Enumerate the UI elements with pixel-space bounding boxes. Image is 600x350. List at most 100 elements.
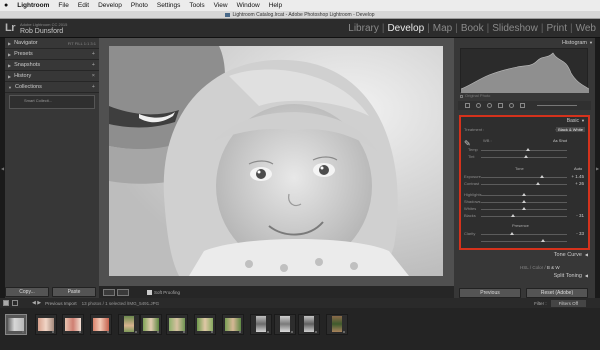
- slider-thumb[interactable]: [541, 239, 545, 242]
- filmstrip-thumbnail[interactable]: [326, 314, 348, 335]
- slider-thumb[interactable]: [540, 175, 544, 178]
- menu-help[interactable]: Help: [269, 2, 282, 9]
- photo-preview[interactable]: [109, 46, 443, 276]
- navigator-zoom-options[interactable]: FIT FILL 1:1 3:1: [68, 41, 96, 46]
- menu-file[interactable]: File: [58, 2, 68, 9]
- filmstrip-thumbnail[interactable]: [194, 314, 216, 335]
- highlights-slider[interactable]: [481, 193, 567, 196]
- adjustment-brush-icon[interactable]: [520, 103, 525, 108]
- checkbox-icon[interactable]: [147, 289, 152, 295]
- filmstrip-thumbnail[interactable]: [222, 314, 244, 335]
- previous-button[interactable]: Previous: [459, 288, 521, 298]
- red-eye-icon[interactable]: [487, 103, 492, 108]
- crop-overlay-icon[interactable]: [465, 103, 470, 108]
- color-tab[interactable]: Color: [532, 265, 543, 270]
- menu-edit[interactable]: Edit: [78, 2, 89, 9]
- slider-thumb[interactable]: [510, 232, 514, 235]
- paste-button[interactable]: Paste: [52, 287, 96, 297]
- slider-thumb[interactable]: [522, 207, 526, 210]
- secondary-display-icon[interactable]: [12, 300, 18, 306]
- spot-removal-icon[interactable]: [476, 103, 481, 108]
- slider-thumb[interactable]: [522, 200, 526, 203]
- clarity-slider[interactable]: [481, 232, 567, 235]
- filmstrip-thumbnail[interactable]: [298, 314, 320, 335]
- split-toning-header[interactable]: Split Toning ◀: [554, 273, 588, 279]
- apple-icon[interactable]: ●: [4, 2, 8, 9]
- blacks-slider[interactable]: [481, 214, 567, 217]
- filter-dropdown[interactable]: Filters Off: [550, 299, 586, 307]
- collapse-right-icon[interactable]: ▶: [596, 166, 599, 171]
- basic-header[interactable]: Basic ▼: [461, 118, 588, 125]
- menu-settings[interactable]: Settings: [157, 2, 181, 9]
- image-canvas[interactable]: [99, 38, 454, 286]
- histogram-header[interactable]: Histogram ▼: [454, 38, 595, 47]
- filmstrip-thumbnail[interactable]: [250, 314, 272, 335]
- filmstrip-thumbnail[interactable]: [166, 314, 188, 335]
- tool-slider[interactable]: [537, 105, 577, 106]
- blacks-value[interactable]: - 31: [576, 213, 584, 218]
- radial-filter-icon[interactable]: [509, 103, 514, 108]
- tone-curve-header[interactable]: Tone Curve ◀: [554, 252, 588, 258]
- module-slideshow[interactable]: Slideshow: [491, 23, 539, 34]
- filmstrip-thumbnail[interactable]: [118, 314, 140, 335]
- original-photo-toggle[interactable]: Original Photo: [460, 93, 490, 98]
- presets-header[interactable]: ▶ Presets +: [5, 49, 99, 60]
- menu-window[interactable]: Window: [237, 2, 260, 9]
- module-develop[interactable]: Develop: [386, 23, 425, 34]
- menu-tools[interactable]: Tools: [189, 2, 204, 9]
- treatment-bw-option[interactable]: Black & White: [556, 127, 585, 132]
- navigator-header[interactable]: ▶ Navigator FIT FILL 1:1 3:1: [5, 38, 99, 49]
- contrast-value[interactable]: + 26: [575, 181, 584, 186]
- contrast-slider[interactable]: [481, 182, 567, 185]
- soft-proofing-toggle[interactable]: Soft Proofing: [147, 289, 180, 295]
- history-header[interactable]: ▶ History ×: [5, 71, 99, 82]
- clear-history-icon[interactable]: ×: [92, 73, 95, 79]
- graduated-filter-icon[interactable]: [498, 103, 503, 108]
- whites-slider[interactable]: [481, 207, 567, 210]
- menu-view[interactable]: View: [214, 2, 228, 9]
- before-after-icon[interactable]: [117, 288, 129, 296]
- menu-photo[interactable]: Photo: [131, 2, 148, 9]
- clarity-value[interactable]: - 33: [576, 231, 584, 236]
- slider-thumb[interactable]: [526, 148, 530, 151]
- menu-lightroom[interactable]: Lightroom: [17, 2, 49, 9]
- copy-button[interactable]: Copy...: [5, 287, 49, 297]
- checkbox-icon[interactable]: [460, 94, 463, 98]
- collapse-left-icon[interactable]: ◀: [1, 166, 4, 171]
- collections-header[interactable]: ▼ Collections +: [5, 82, 99, 93]
- slider-thumb[interactable]: [511, 214, 515, 217]
- filmstrip[interactable]: [0, 308, 600, 350]
- module-library[interactable]: Library: [347, 23, 380, 34]
- previous-import-source[interactable]: Previous Import: [45, 301, 77, 306]
- exposure-slider[interactable]: [481, 175, 567, 178]
- slider-thumb[interactable]: [536, 182, 540, 185]
- add-preset-icon[interactable]: +: [92, 51, 95, 57]
- wb-value[interactable]: As Shot: [553, 138, 567, 143]
- filmstrip-thumbnail[interactable]: [274, 314, 296, 335]
- primary-display-icon[interactable]: [3, 300, 9, 306]
- hsl-tab[interactable]: HSL: [520, 265, 529, 270]
- filmstrip-thumbnail[interactable]: [35, 314, 57, 335]
- right-panel-toggle-strip[interactable]: ▶: [595, 38, 600, 298]
- snapshots-header[interactable]: ▶ Snapshots +: [5, 60, 99, 71]
- vibrance-slider[interactable]: [481, 239, 567, 242]
- loupe-view-icon[interactable]: [103, 288, 115, 296]
- filmstrip-thumbnail[interactable]: [90, 314, 112, 335]
- auto-tone-button[interactable]: Auto: [574, 166, 582, 171]
- module-map[interactable]: Map: [432, 23, 453, 34]
- add-collection-icon[interactable]: +: [92, 84, 95, 90]
- module-book[interactable]: Book: [460, 23, 485, 34]
- bw-tab[interactable]: B & W: [547, 265, 560, 270]
- temp-slider[interactable]: [481, 148, 567, 151]
- filmstrip-thumbnail[interactable]: [62, 314, 84, 335]
- navigation-arrows-icon[interactable]: ◀ ▶: [32, 300, 41, 306]
- slider-thumb[interactable]: [524, 155, 528, 158]
- module-web[interactable]: Web: [575, 23, 597, 34]
- reset-button[interactable]: Reset (Adobe): [526, 288, 588, 298]
- exposure-value[interactable]: + 1.45: [571, 174, 584, 179]
- filmstrip-thumbnail[interactable]: [5, 314, 27, 335]
- add-snapshot-icon[interactable]: +: [92, 62, 95, 68]
- slider-thumb[interactable]: [522, 193, 526, 196]
- filmstrip-thumbnail[interactable]: [140, 314, 162, 335]
- shadows-slider[interactable]: [481, 200, 567, 203]
